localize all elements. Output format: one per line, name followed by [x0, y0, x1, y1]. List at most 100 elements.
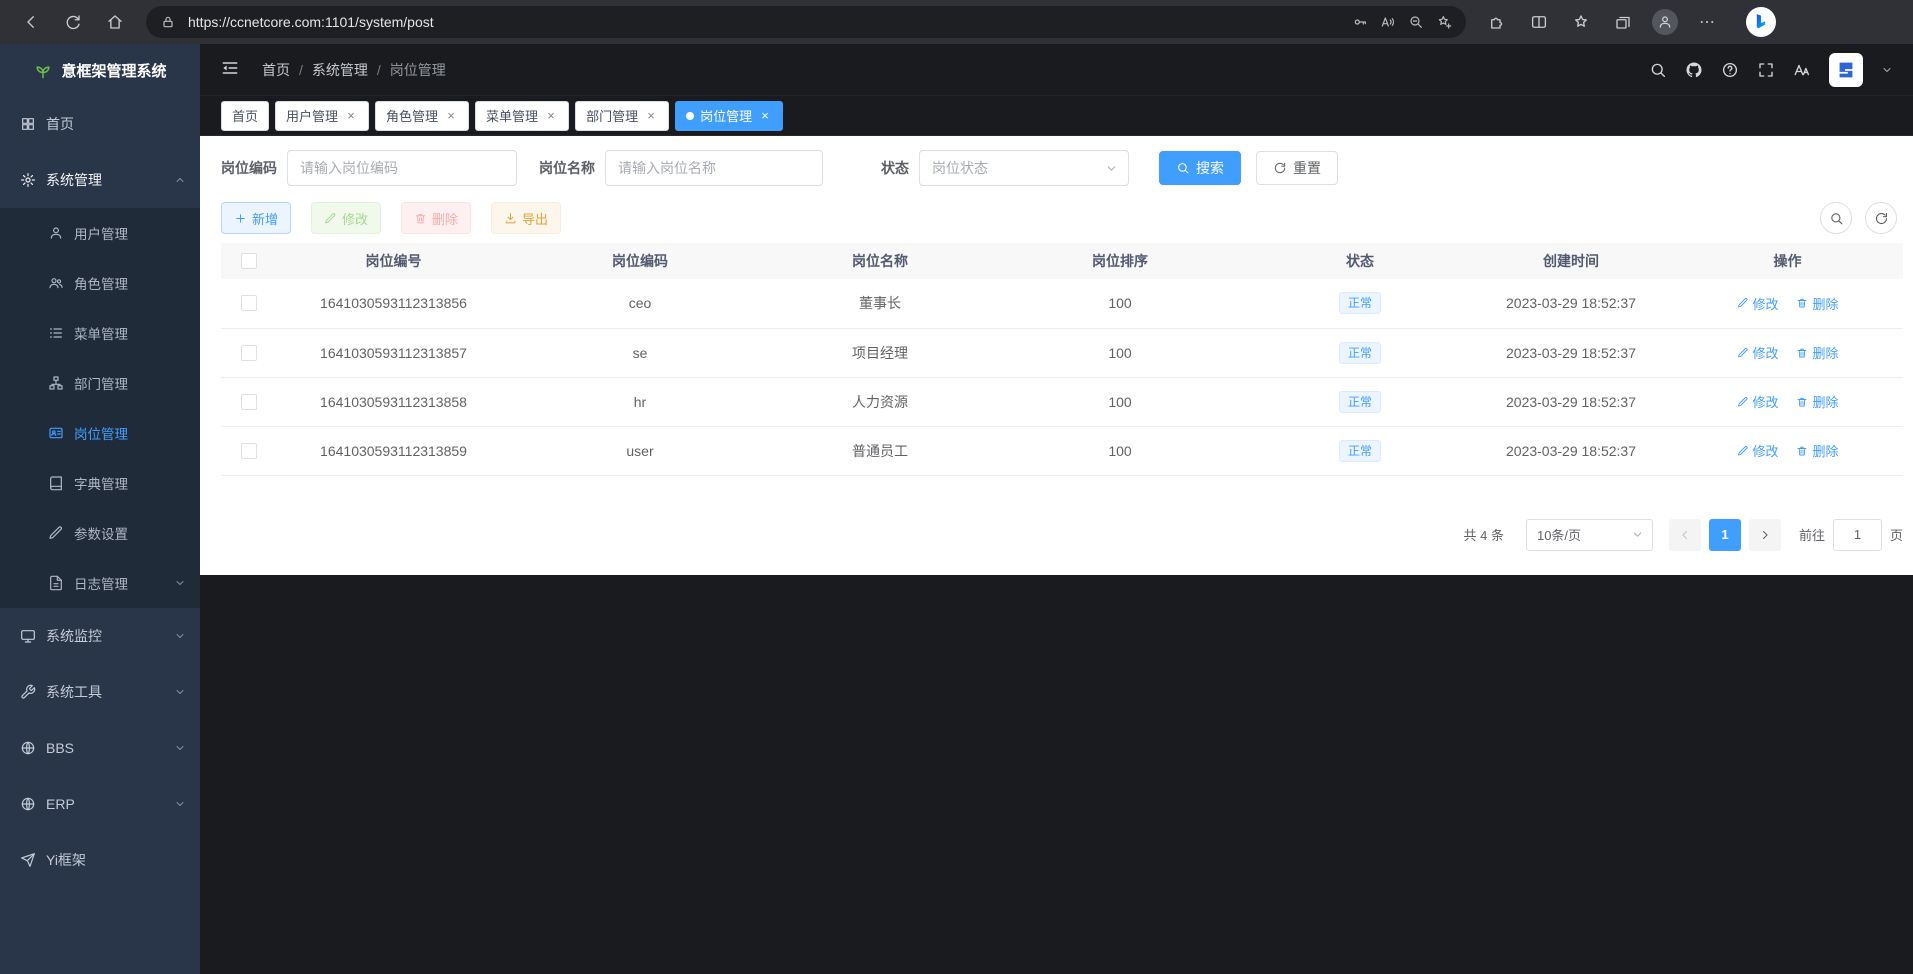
- refresh-table-button[interactable]: [1865, 202, 1897, 234]
- tab-user-management[interactable]: 用户管理 ×: [275, 101, 369, 131]
- address-bar[interactable]: https://ccnetcore.com:1101/system/post: [146, 6, 1466, 38]
- tab-close-icon[interactable]: ×: [644, 108, 658, 123]
- browser-refresh-button[interactable]: [56, 5, 90, 39]
- row-delete-link[interactable]: 删除: [1796, 294, 1838, 313]
- edit-button[interactable]: 修改: [311, 202, 381, 234]
- post-name-input[interactable]: [605, 150, 823, 186]
- row-checkbox[interactable]: [241, 295, 257, 311]
- tab-close-icon[interactable]: ×: [758, 108, 772, 123]
- help-icon[interactable]: [1721, 61, 1739, 79]
- sidebar-item-bbs[interactable]: BBS: [0, 720, 200, 776]
- split-screen-button[interactable]: [1522, 5, 1556, 39]
- delete-button[interactable]: 删除: [401, 202, 471, 234]
- breadcrumb-system[interactable]: 系统管理: [312, 60, 368, 80]
- row-delete-link[interactable]: 删除: [1796, 343, 1838, 362]
- next-page-button[interactable]: [1749, 519, 1781, 551]
- tab-home[interactable]: 首页: [221, 101, 269, 131]
- row-checkbox[interactable]: [241, 443, 257, 459]
- globe-icon: [20, 740, 36, 756]
- fullscreen-icon[interactable]: [1757, 61, 1775, 79]
- sidebar-item-label: 系统管理: [46, 170, 102, 190]
- chevron-down-icon: [1105, 162, 1118, 175]
- sidebar-item-user-management[interactable]: 用户管理: [0, 208, 200, 258]
- tab-close-icon[interactable]: ×: [444, 108, 458, 123]
- reset-button[interactable]: 重置: [1256, 151, 1338, 185]
- favorites-button[interactable]: [1564, 5, 1598, 39]
- breadcrumb: 首页 / 系统管理 / 岗位管理: [262, 60, 446, 80]
- tab-department-management[interactable]: 部门管理 ×: [575, 101, 669, 131]
- read-aloud-icon[interactable]: [1380, 14, 1396, 30]
- post-code-input[interactable]: [287, 150, 517, 186]
- search-button[interactable]: 搜索: [1159, 151, 1241, 185]
- select-all-checkbox[interactable]: [241, 253, 257, 269]
- sidebar-item-yi-framework[interactable]: Yi框架: [0, 832, 200, 888]
- site-info-icon[interactable]: [160, 14, 176, 30]
- tab-menu-management[interactable]: 菜单管理 ×: [475, 101, 569, 131]
- user-avatar[interactable]: [1829, 53, 1863, 87]
- row-edit-link[interactable]: 修改: [1737, 343, 1779, 362]
- breadcrumb-home[interactable]: 首页: [262, 60, 290, 80]
- url-text[interactable]: https://ccnetcore.com:1101/system/post: [188, 14, 1340, 30]
- page-number-1[interactable]: 1: [1709, 519, 1741, 551]
- cell-post-id: 1641030593112313857: [277, 328, 510, 377]
- status-select[interactable]: 岗位状态: [919, 150, 1129, 186]
- sidebar-item-department-management[interactable]: 部门管理: [0, 358, 200, 408]
- zoom-icon[interactable]: [1408, 14, 1424, 30]
- row-checkbox[interactable]: [241, 345, 257, 361]
- tab-close-icon[interactable]: ×: [344, 108, 358, 123]
- sidebar-item-system-management[interactable]: 系统管理: [0, 152, 200, 208]
- add-favorite-icon[interactable]: [1436, 14, 1452, 30]
- sidebar-item-label: BBS: [46, 740, 74, 756]
- sidebar-item-home[interactable]: 首页: [0, 96, 200, 152]
- sidebar-item-parameter-settings[interactable]: 参数设置: [0, 508, 200, 558]
- sidebar-item-label: 用户管理: [74, 223, 128, 243]
- row-delete-link[interactable]: 删除: [1796, 441, 1838, 460]
- sidebar-fold-button[interactable]: [220, 58, 244, 82]
- collections-button[interactable]: [1606, 5, 1640, 39]
- sidebar-item-role-management[interactable]: 角色管理: [0, 258, 200, 308]
- breadcrumb-separator: /: [377, 62, 381, 78]
- avatar-caret-icon[interactable]: [1881, 64, 1893, 76]
- row-edit-link[interactable]: 修改: [1737, 441, 1779, 460]
- browser-home-button[interactable]: [98, 5, 132, 39]
- export-button-label: 导出: [522, 209, 548, 228]
- edit-icon: [1737, 297, 1749, 309]
- password-key-icon[interactable]: [1352, 14, 1368, 30]
- sidebar-item-system-monitor[interactable]: 系统监控: [0, 608, 200, 664]
- sidebar-item-post-management[interactable]: 岗位管理: [0, 408, 200, 458]
- tab-close-icon[interactable]: ×: [544, 108, 558, 123]
- row-edit-link[interactable]: 修改: [1737, 294, 1779, 313]
- sidebar-item-system-tools[interactable]: 系统工具: [0, 664, 200, 720]
- goto-page-input[interactable]: [1833, 519, 1882, 551]
- tool-icon: [20, 684, 36, 700]
- browser-menu-button[interactable]: [1690, 5, 1724, 39]
- export-button[interactable]: 导出: [491, 202, 561, 234]
- row-delete-link[interactable]: 删除: [1796, 392, 1838, 411]
- sidebar-item-log-management[interactable]: 日志管理: [0, 558, 200, 608]
- sidebar-item-dict-management[interactable]: 字典管理: [0, 458, 200, 508]
- add-button[interactable]: 新增: [221, 202, 291, 234]
- row-delete-label: 删除: [1812, 392, 1838, 411]
- prev-page-button[interactable]: [1669, 519, 1701, 551]
- page-size-select[interactable]: 10条/页: [1526, 519, 1653, 551]
- row-checkbox[interactable]: [241, 394, 257, 410]
- browser-profile-button[interactable]: [1648, 5, 1682, 39]
- tab-role-management[interactable]: 角色管理 ×: [375, 101, 469, 131]
- row-edit-link[interactable]: 修改: [1737, 392, 1779, 411]
- copilot-button[interactable]: [1746, 7, 1776, 37]
- toggle-search-button[interactable]: [1820, 202, 1852, 234]
- extensions-button[interactable]: [1480, 5, 1514, 39]
- header-search-icon[interactable]: [1649, 61, 1667, 79]
- breadcrumb-current: 岗位管理: [390, 60, 446, 80]
- reload-icon: [64, 13, 82, 31]
- document-icon: [48, 575, 64, 591]
- browser-back-button[interactable]: [14, 5, 48, 39]
- sidebar-item-menu-management[interactable]: 菜单管理: [0, 308, 200, 358]
- sidebar-item-erp[interactable]: ERP: [0, 776, 200, 832]
- font-size-icon[interactable]: [1793, 61, 1811, 79]
- tab-post-management[interactable]: 岗位管理 ×: [675, 101, 783, 131]
- tab-label: 首页: [232, 106, 258, 125]
- edit-icon: [1737, 445, 1749, 457]
- github-icon[interactable]: [1685, 61, 1703, 79]
- row-edit-label: 修改: [1753, 392, 1779, 411]
